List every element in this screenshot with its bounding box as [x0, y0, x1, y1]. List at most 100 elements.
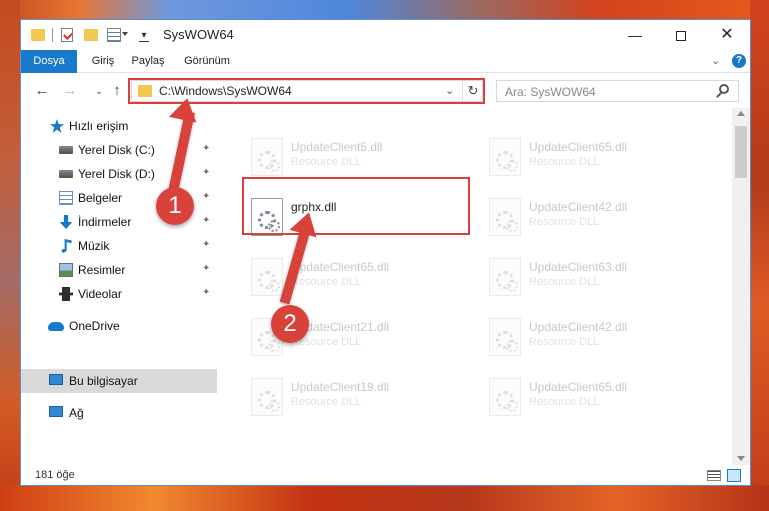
- file-item[interactable]: UpdateClient65.dll Resource DLL: [481, 132, 711, 188]
- desktop-wallpaper-left: [0, 0, 20, 511]
- title-bar: ▾ SysWOW64 — ✕: [21, 20, 750, 50]
- file-highlight-box: [242, 177, 470, 235]
- sidebar-item-label: Yerel Disk (D:): [78, 167, 155, 181]
- pin-icon[interactable]: ✦: [202, 143, 210, 154]
- maximize-icon: [676, 31, 686, 42]
- file-type: Resource DLL: [291, 396, 362, 408]
- back-button[interactable]: ←: [34, 82, 50, 100]
- customize-view-icon[interactable]: [107, 28, 121, 42]
- file-type: Resource DLL: [529, 276, 600, 288]
- file-name: UpdateClient65.dll: [291, 260, 390, 274]
- toolbar-divider: [52, 28, 53, 42]
- sidebar-item-label: Bu bilgisayar: [69, 374, 138, 388]
- sidebar-item-onedrive[interactable]: OneDrive: [21, 314, 217, 338]
- file-type: Resource DLL: [529, 396, 600, 408]
- file-explorer-window: ▾ SysWOW64 — ✕ Dosya Giriş Paylaş Görünü…: [20, 19, 751, 486]
- sidebar-item-music[interactable]: Müzik ✦: [21, 234, 217, 258]
- pin-icon[interactable]: ✦: [202, 167, 210, 178]
- documents-icon: [59, 191, 73, 205]
- file-item[interactable]: UpdateClient65.dll Resource DLL: [243, 252, 473, 308]
- dll-file-icon: [489, 198, 521, 236]
- details-view-icon[interactable]: [707, 470, 721, 481]
- desktop-wallpaper-bottom: [0, 485, 769, 511]
- sidebar-item-pictures[interactable]: Resimler ✦: [21, 258, 217, 282]
- search-box[interactable]: Ara: SysWOW64: [496, 80, 739, 102]
- ribbon-tabs: Dosya Giriş Paylaş Görünüm ⌄ ?: [21, 50, 750, 73]
- file-item[interactable]: UpdateClient19.dll Resource DLL: [243, 372, 473, 428]
- help-icon[interactable]: ?: [732, 54, 746, 68]
- file-item[interactable]: UpdateClient42.dll Resource DLL: [481, 312, 711, 368]
- sidebar-item-this-pc[interactable]: Bu bilgisayar: [21, 369, 217, 393]
- sidebar-item-label: OneDrive: [69, 319, 120, 333]
- dll-file-icon: [489, 378, 521, 416]
- expand-ribbon-icon[interactable]: ⌄: [711, 54, 720, 67]
- large-icons-view-icon[interactable]: [727, 469, 741, 482]
- file-name: UpdateClient63.dll: [529, 260, 628, 274]
- search-icon[interactable]: [719, 84, 729, 94]
- pin-icon[interactable]: ✦: [202, 239, 210, 250]
- file-item[interactable]: UpdateClient63.dll Resource DLL: [481, 252, 711, 308]
- sidebar-item-label: Yerel Disk (C:): [78, 143, 155, 157]
- file-name: UpdateClient5.dll: [291, 140, 383, 154]
- close-button[interactable]: ✕: [704, 20, 750, 50]
- minimize-button[interactable]: —: [612, 20, 658, 50]
- scroll-down-icon[interactable]: [737, 456, 745, 461]
- navigation-pane: Hızlı erişim Yerel Disk (C:) ✦ Yerel Dis…: [21, 108, 217, 465]
- sidebar-item-videos[interactable]: Videolar ✦: [21, 282, 217, 306]
- tab-home[interactable]: Giriş: [86, 50, 120, 73]
- scroll-up-icon[interactable]: [737, 111, 745, 116]
- sidebar-item-label: Resimler: [78, 263, 126, 277]
- file-type: Resource DLL: [529, 216, 600, 228]
- desktop-wallpaper-right: [750, 0, 769, 511]
- videos-icon: [59, 287, 73, 301]
- sidebar-item-label: İndirmeler: [78, 215, 132, 229]
- sidebar-item-local-disk-d[interactable]: Yerel Disk (D:) ✦: [21, 162, 217, 186]
- file-item[interactable]: UpdateClient42.dll Resource DLL: [481, 192, 711, 248]
- status-bar: 181 öğe: [21, 465, 750, 485]
- new-folder-icon[interactable]: [84, 29, 98, 41]
- sidebar-item-label: Ağ: [69, 406, 84, 420]
- pin-icon[interactable]: ✦: [202, 263, 210, 274]
- file-list: UpdateClient5.dll Resource DLL grphx.dll…: [218, 108, 732, 465]
- folder-icon: [31, 29, 45, 41]
- forward-button[interactable]: →: [62, 82, 78, 100]
- dll-file-icon: [489, 258, 521, 296]
- file-type: Resource DLL: [291, 156, 362, 168]
- disk-icon: [59, 170, 73, 178]
- dll-file-icon: [251, 258, 283, 296]
- file-type: Resource DLL: [529, 336, 600, 348]
- sidebar-item-label: Müzik: [78, 239, 110, 253]
- pin-icon[interactable]: ✦: [202, 287, 210, 298]
- recent-locations-icon[interactable]: ⌄: [91, 82, 107, 100]
- vertical-scrollbar[interactable]: [732, 108, 750, 465]
- file-item[interactable]: UpdateClient65.dll Resource DLL: [481, 372, 711, 428]
- item-count: 181 öğe: [35, 469, 75, 481]
- annotation-callout-2: 2: [271, 305, 309, 343]
- properties-icon[interactable]: [61, 28, 73, 42]
- dll-file-icon: [251, 378, 283, 416]
- maximize-button[interactable]: [658, 20, 704, 50]
- quick-access-toolbar-menu-icon[interactable]: ▾: [139, 30, 149, 42]
- dll-file-icon: [489, 138, 521, 176]
- file-type: Resource DLL: [291, 276, 362, 288]
- tab-file[interactable]: Dosya: [21, 50, 77, 73]
- tab-view[interactable]: Görünüm: [178, 50, 236, 73]
- search-input[interactable]: Ara: SysWOW64: [505, 85, 596, 99]
- dll-file-icon: [489, 318, 521, 356]
- window-title: SysWOW64: [163, 27, 234, 42]
- pin-icon[interactable]: ✦: [202, 215, 210, 226]
- scrollbar-thumb[interactable]: [735, 126, 747, 178]
- sidebar-item-label: Hızlı erişim: [69, 119, 129, 133]
- music-icon: [61, 239, 72, 253]
- pictures-icon: [59, 263, 73, 277]
- sidebar-item-label: Videolar: [78, 287, 122, 301]
- pin-icon[interactable]: ✦: [202, 191, 210, 202]
- quick-access-dropdown-icon[interactable]: [122, 32, 128, 36]
- downloads-icon: [59, 215, 73, 229]
- tab-share[interactable]: Paylaş: [126, 50, 170, 73]
- file-name: UpdateClient19.dll: [291, 380, 390, 394]
- disk-icon: [59, 146, 73, 154]
- up-button[interactable]: ↑: [109, 82, 125, 100]
- sidebar-item-network[interactable]: Ağ: [21, 401, 217, 425]
- file-name: UpdateClient42.dll: [529, 320, 628, 334]
